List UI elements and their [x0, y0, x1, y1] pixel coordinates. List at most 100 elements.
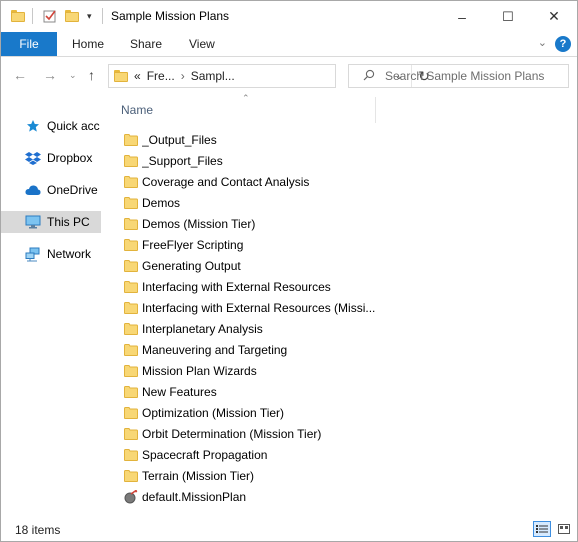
list-item[interactable]: Demos (Mission Tier): [123, 213, 375, 234]
folder-icon: [123, 468, 139, 484]
folder-icon: [123, 174, 139, 190]
search-box[interactable]: Search Sample Mission Plans: [348, 64, 569, 88]
close-button[interactable]: ✕: [531, 1, 577, 32]
folder-icon: [123, 279, 139, 295]
folder-icon: [123, 195, 139, 211]
status-bar: 18 items: [1, 517, 577, 541]
list-item[interactable]: Interfacing with External Resources: [123, 276, 375, 297]
help-icon[interactable]: ?: [555, 36, 571, 52]
list-item[interactable]: Orbit Determination (Mission Tier): [123, 423, 375, 444]
list-item[interactable]: FreeFlyer Scripting: [123, 234, 375, 255]
list-item-name: Demos (Mission Tier): [142, 216, 256, 231]
list-item-name: _Output_Files: [142, 132, 217, 147]
list-item[interactable]: Spacecraft Propagation: [123, 444, 375, 465]
nav-item-label: This PC: [47, 215, 90, 229]
expand-ribbon-icon[interactable]: ⌄: [538, 36, 547, 49]
quick-access-separator: [32, 7, 33, 25]
breadcrumb-item-freeflyer[interactable]: Fre...: [147, 69, 175, 83]
list-item-name: New Features: [142, 384, 217, 399]
list-item[interactable]: Maneuvering and Targeting: [123, 339, 375, 360]
dropbox-icon: [25, 150, 41, 166]
list-item-name: Mission Plan Wizards: [142, 363, 257, 378]
address-bar[interactable]: « Fre... › Sampl... ⌄ ↻: [108, 64, 430, 88]
navigation-pane: Quick acc Dropbox OneDrive This PC Netwo…: [1, 97, 101, 517]
nav-item-label: OneDrive: [47, 183, 98, 197]
list-item[interactable]: default.MissionPlan: [123, 486, 375, 507]
item-count: 18 items: [15, 523, 61, 537]
folder-icon: [11, 7, 25, 25]
list-item[interactable]: Demos: [123, 192, 375, 213]
list-item[interactable]: New Features: [123, 381, 375, 402]
folder-icon: [123, 426, 139, 442]
new-folder-icon[interactable]: [65, 7, 79, 25]
computer-icon: [25, 214, 41, 230]
list-item-name: Coverage and Contact Analysis: [142, 174, 310, 189]
folder-icon: [123, 405, 139, 421]
nav-item-label: Dropbox: [47, 151, 93, 165]
nav-item-network[interactable]: Network: [1, 243, 101, 265]
list-item-name: Interfacing with External Resources: [142, 279, 331, 294]
list-item[interactable]: Optimization (Mission Tier): [123, 402, 375, 423]
list-item-name: Interplanetary Analysis: [142, 321, 263, 336]
maximize-button[interactable]: ☐: [485, 1, 531, 32]
list-item[interactable]: Mission Plan Wizards: [123, 360, 375, 381]
breadcrumb-overflow[interactable]: «: [134, 69, 141, 83]
nav-item-label: Network: [47, 247, 92, 261]
up-button[interactable]: ↑: [88, 67, 95, 83]
tab-share[interactable]: Share: [130, 32, 162, 56]
nav-item-quick-access[interactable]: Quick acc: [1, 115, 101, 137]
list-item-name: Orbit Determination (Mission Tier): [142, 426, 322, 441]
title-separator: [102, 7, 103, 25]
list-item-name: Maneuvering and Targeting: [142, 342, 288, 357]
list-item-name: Optimization (Mission Tier): [142, 405, 285, 420]
properties-icon[interactable]: [43, 7, 57, 25]
column-divider[interactable]: [375, 97, 376, 123]
list-item-name: default.MissionPlan: [142, 489, 247, 504]
nav-item-onedrive[interactable]: OneDrive: [1, 179, 101, 201]
list-item[interactable]: _Output_Files: [123, 129, 375, 150]
list-item[interactable]: _Support_Files: [123, 150, 375, 171]
list-item-name: Spacecraft Propagation: [142, 447, 268, 462]
list-item[interactable]: Interplanetary Analysis: [123, 318, 375, 339]
sort-ascending-icon: ⌃: [242, 93, 250, 103]
navigation-bar: ← → ⌄ ↑ « Fre... › Sampl... ⌄ ↻ Search S…: [1, 57, 577, 97]
back-button[interactable]: ←: [13, 67, 27, 83]
list-item[interactable]: Generating Output: [123, 255, 375, 276]
minimize-button[interactable]: –: [439, 1, 485, 32]
list-item[interactable]: Terrain (Mission Tier): [123, 465, 375, 486]
breadcrumb-item-sample[interactable]: Sampl...: [191, 69, 235, 83]
tab-view[interactable]: View: [189, 32, 215, 56]
folder-icon: [123, 321, 139, 337]
list-item-name: FreeFlyer Scripting: [142, 237, 244, 252]
breadcrumb-separator-icon[interactable]: ›: [181, 69, 185, 83]
recent-locations-icon[interactable]: ⌄: [69, 70, 77, 81]
tab-file[interactable]: File: [1, 32, 57, 56]
explorer-window: ▾ Sample Mission Plans – ☐ ✕ File Home S…: [0, 0, 578, 542]
ribbon-tabs: File Home Share View ⌄ ?: [1, 32, 577, 57]
list-item[interactable]: Coverage and Contact Analysis: [123, 171, 375, 192]
network-icon: [25, 246, 41, 262]
folder-icon: [123, 237, 139, 253]
file-list: ⌃ Name _Output_Files _Support_Files Covera…: [109, 93, 577, 517]
folder-icon: [123, 447, 139, 463]
search-input[interactable]: Search Sample Mission Plans: [385, 69, 544, 83]
customize-quick-access-icon[interactable]: ▾: [87, 7, 92, 25]
folder-icon: [123, 132, 139, 148]
folder-icon: [123, 342, 139, 358]
list-item[interactable]: Interfacing with External Resources (Mis…: [123, 297, 375, 318]
window-title: Sample Mission Plans: [111, 9, 230, 23]
title-bar: ▾ Sample Mission Plans – ☐ ✕: [1, 1, 577, 32]
mission-plan-file-icon: [123, 489, 139, 505]
list-item-name: Demos: [142, 195, 181, 210]
nav-item-dropbox[interactable]: Dropbox: [1, 147, 101, 169]
list-item-name: Terrain (Mission Tier): [142, 468, 255, 483]
folder-icon: [114, 70, 128, 82]
details-view-icon[interactable]: [533, 521, 551, 537]
large-icons-view-icon[interactable]: [555, 521, 573, 537]
folder-icon: [123, 216, 139, 232]
nav-item-this-pc[interactable]: This PC: [1, 211, 101, 233]
tab-home[interactable]: Home: [72, 32, 104, 56]
forward-button[interactable]: →: [43, 67, 57, 83]
column-header-name[interactable]: Name: [121, 103, 153, 117]
list-item-name: Interfacing with External Resources (Mis…: [141, 300, 375, 315]
